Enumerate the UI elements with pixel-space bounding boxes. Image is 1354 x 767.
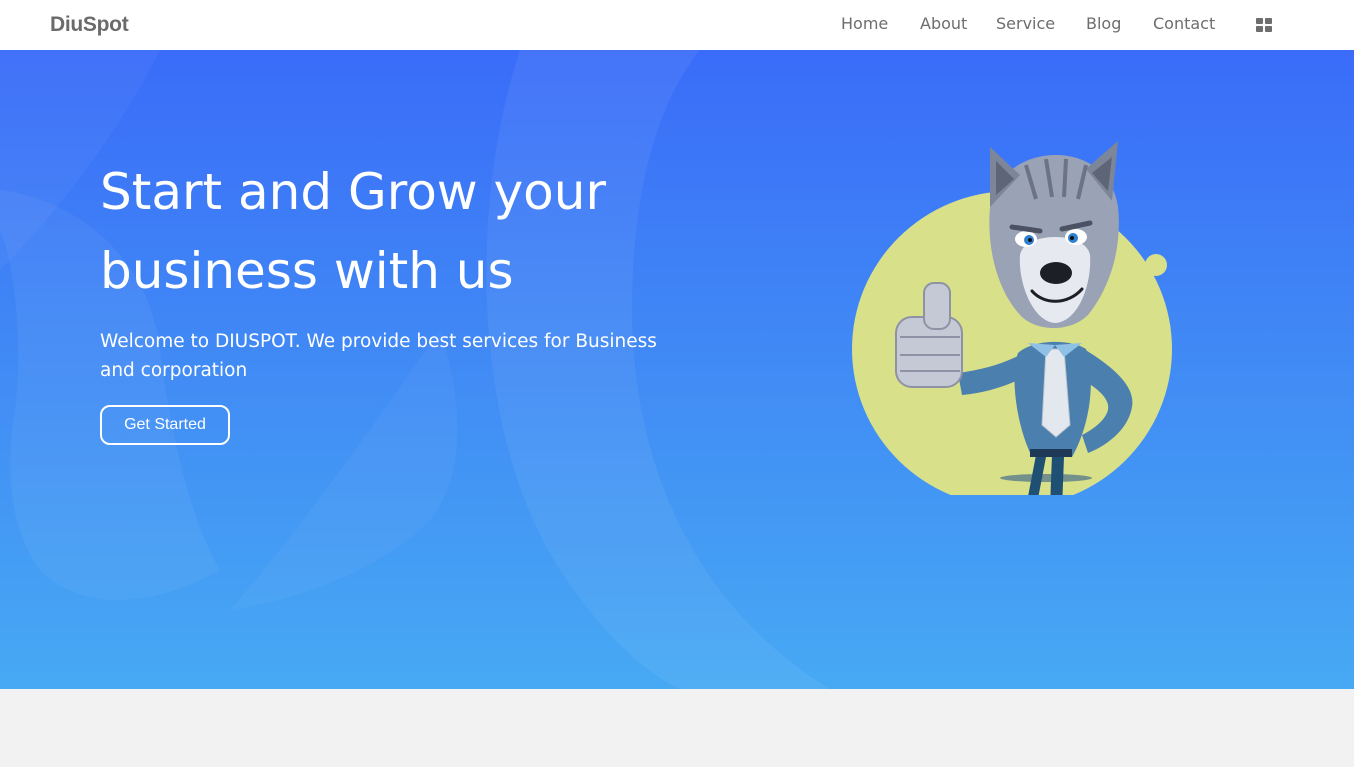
nav-about[interactable]: About	[920, 14, 967, 33]
get-started-button[interactable]: Get Started	[100, 405, 230, 445]
hero-section: Start and Grow your business with us Wel…	[0, 50, 1354, 689]
grid-icon[interactable]	[1256, 18, 1272, 32]
nav-contact[interactable]: Contact	[1153, 14, 1215, 33]
nav-service[interactable]: Service	[996, 14, 1055, 33]
hero-subtitle: Welcome to DIUSPOT. We provide best serv…	[100, 331, 657, 381]
top-navbar: DiuSpot Home About Service Blog Contact	[0, 0, 1354, 50]
hero-title: Start and Grow your business with us	[100, 163, 607, 300]
wolf-mascot-illustration	[852, 141, 1172, 495]
nav-home[interactable]: Home	[841, 14, 888, 33]
nav-blog[interactable]: Blog	[1086, 14, 1121, 33]
brand-logo[interactable]: DiuSpot	[50, 13, 129, 37]
